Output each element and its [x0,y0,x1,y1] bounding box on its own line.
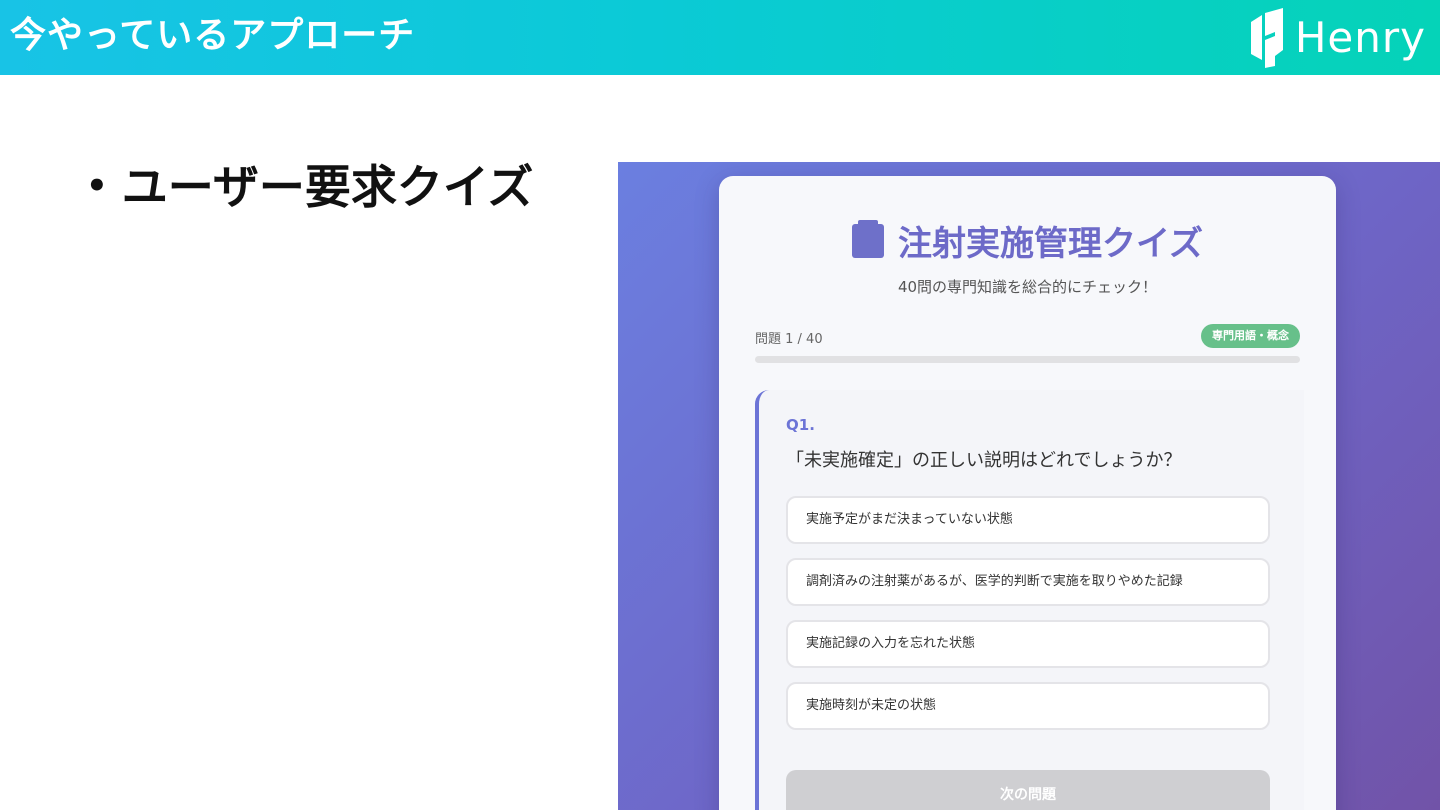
category-badge: 専門用語・概念 [1201,324,1300,348]
answer-option-2[interactable]: 調剤済みの注射薬があるが、医学的判断で実施を取りやめた記録 [786,558,1270,606]
henry-logo: Henry [1247,8,1426,68]
quiz-card: 注射実施管理クイズ 40問の専門知識を総合的にチェック！ 問題 1 / 40 専… [719,176,1336,810]
quiz-subtitle: 40問の専門知識を総合的にチェック！ [897,278,1158,296]
slide-title: 今やっているアプローチ [10,15,416,56]
book-icon [852,219,884,258]
question-text: 「未実施確定」の正しい説明はどれでしょうか？ [786,450,1182,471]
question-number: Q1. [786,416,815,434]
progress-label: 問題 1 / 40 [755,332,823,347]
progress-bar [755,356,1300,363]
logo-text: Henry [1294,13,1426,62]
henry-logo-icon [1250,8,1283,68]
quiz-title: 注射実施管理クイズ [719,216,1336,265]
quiz-title-text: 注射実施管理クイズ [898,224,1203,264]
next-question-button[interactable]: 次の問題 [786,770,1270,810]
bullet-text: ユーザー要求クイズ [121,160,534,214]
answer-option-1[interactable]: 実施予定がまだ決まっていない状態 [786,496,1270,544]
answer-option-4[interactable]: 実施時刻が未定の状態 [786,682,1270,730]
slide-header: 今やっているアプローチ Henry [0,0,1440,75]
answer-option-3[interactable]: 実施記録の入力を忘れた状態 [786,620,1270,668]
bullet-symbol: • [86,166,108,206]
bullet-item: • ユーザー要求クイズ [86,156,533,217]
quiz-screenshot: 注射実施管理クイズ 40問の専門知識を総合的にチェック！ 問題 1 / 40 専… [618,162,1440,810]
question-box: Q1. 「未実施確定」の正しい説明はどれでしょうか？ 実施予定がまだ決まっていな… [755,390,1304,810]
